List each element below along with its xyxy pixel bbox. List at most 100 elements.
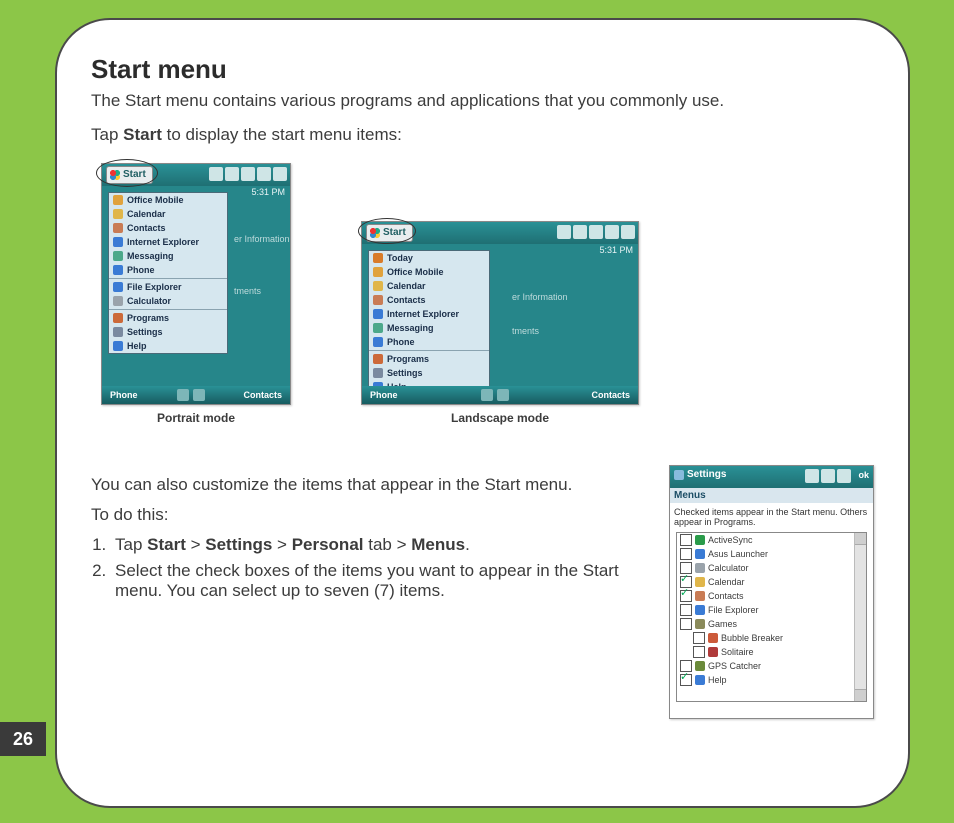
checklist-item[interactable]: Contacts	[677, 589, 866, 603]
start-menu-item[interactable]: Internet Explorer	[369, 307, 489, 321]
checklist-item[interactable]: GPS Catcher	[677, 659, 866, 673]
start-menu-item[interactable]: Messaging	[109, 249, 227, 263]
settings-title: Settings	[674, 469, 726, 480]
checklist-label: File Explorer	[708, 605, 759, 615]
step1-pre: Tap	[115, 535, 147, 554]
checklist-item[interactable]: File Explorer	[677, 603, 866, 617]
softkey-middle-icons	[177, 389, 205, 401]
start-menu-item[interactable]: Settings	[369, 366, 489, 380]
softkey-bar: Phone Contacts	[362, 386, 638, 404]
checkbox[interactable]	[680, 660, 692, 672]
start-menu-item[interactable]: Messaging	[369, 321, 489, 335]
checkbox[interactable]	[680, 534, 692, 546]
customize-section: You can also customize the items that ap…	[91, 465, 874, 719]
volume-icon	[837, 469, 851, 483]
start-menu-item[interactable]: Calculator	[109, 294, 227, 308]
status-icons	[805, 469, 851, 483]
menu-item-label: Programs	[127, 313, 169, 323]
signal-icon	[241, 167, 255, 181]
checklist-item[interactable]: Games	[677, 617, 866, 631]
start-menu-item[interactable]: Calendar	[369, 279, 489, 293]
step1-menus: Menus	[411, 535, 465, 554]
start-menu-panel[interactable]: TodayOffice Mobile Calendar Contacts Intern…	[368, 250, 490, 395]
start-menu-item[interactable]: File Explorer	[109, 280, 227, 294]
menu-item-icon	[113, 341, 123, 351]
checklist-item[interactable]: ActiveSync	[677, 533, 866, 547]
menus-section-header: Menus	[670, 488, 873, 503]
battery-icon	[273, 167, 287, 181]
start-menu-item[interactable]: Calendar	[109, 207, 227, 221]
menu-item-icon	[113, 223, 123, 233]
start-menu-item[interactable]: Programs	[369, 352, 489, 366]
checkbox[interactable]	[680, 618, 692, 630]
menu-item-icon	[113, 195, 123, 205]
menu-item-icon	[113, 237, 123, 247]
checklist-item[interactable]: Help	[677, 673, 866, 687]
menu-item-label: Contacts	[387, 295, 426, 305]
menu-item-label: Help	[127, 341, 147, 351]
start-menu-item[interactable]: Contacts	[109, 221, 227, 235]
portrait-topbar: Start	[102, 164, 290, 186]
checklist-label: Calculator	[708, 563, 749, 573]
landscape-topbar: Start	[362, 222, 638, 244]
start-button[interactable]: Start	[366, 224, 413, 242]
checklist-item[interactable]: Bubble Breaker	[677, 631, 866, 645]
start-button[interactable]: Start	[106, 166, 153, 184]
start-menu-item[interactable]: Internet Explorer	[109, 235, 227, 249]
start-menu-item[interactable]: Phone	[109, 263, 227, 277]
status-icon	[821, 469, 835, 483]
start-menu-item[interactable]: Office Mobile	[109, 193, 227, 207]
status-icons	[209, 167, 287, 181]
clock-label: 5:31 PM	[599, 245, 633, 255]
landscape-screenshot: Start 5:31 PM er Information tments Toda…	[361, 221, 639, 405]
steps-list: Tap Start > Settings > Personal tab > Me…	[111, 535, 649, 601]
menu-item-label: Calendar	[387, 281, 426, 291]
checkbox[interactable]	[680, 562, 692, 574]
menu-item-icon	[113, 296, 123, 306]
menus-checklist[interactable]: ActiveSyncAsus Launcher Calculator Calenda…	[676, 532, 867, 702]
windows-flag-icon	[110, 170, 120, 180]
owner-info-partial: er Information	[234, 234, 290, 244]
start-menu-item[interactable]: Settings	[109, 325, 227, 339]
softkey-right[interactable]: Contacts	[591, 390, 630, 400]
menu-item-icon	[373, 337, 383, 347]
ok-button[interactable]: ok	[858, 470, 869, 480]
checkbox[interactable]	[680, 576, 692, 588]
start-menu-item[interactable]: Help	[109, 339, 227, 353]
menu-item-label: Phone	[387, 337, 415, 347]
portrait-column: Start 5:31 PM er Information tments Offi…	[101, 163, 291, 425]
menu-item-icon	[373, 281, 383, 291]
checklist-label: Calendar	[708, 577, 745, 587]
start-menu-item[interactable]: Contacts	[369, 293, 489, 307]
caption-landscape: Landscape mode	[361, 411, 639, 425]
checkbox[interactable]	[680, 674, 692, 686]
softkey-bar: Phone Contacts	[102, 386, 290, 404]
checkbox[interactable]	[680, 604, 692, 616]
checklist-item[interactable]: Asus Launcher	[677, 547, 866, 561]
checkbox[interactable]	[680, 548, 692, 560]
checklist-item[interactable]: Calendar	[677, 575, 866, 589]
checklist-item[interactable]: Calculator	[677, 561, 866, 575]
checkbox[interactable]	[693, 632, 705, 644]
softkey-left[interactable]: Phone	[110, 390, 138, 400]
start-menu-item[interactable]: Programs	[109, 311, 227, 325]
start-menu-item[interactable]: Phone	[369, 335, 489, 349]
caption-portrait: Portrait mode	[101, 411, 291, 425]
intro-text: The Start menu contains various programs…	[91, 91, 874, 111]
landscape-column: Start 5:31 PM er Information tments Toda…	[361, 221, 639, 425]
softkey-right[interactable]: Contacts	[243, 390, 282, 400]
start-menu-item[interactable]: Today	[369, 251, 489, 265]
menu-item-label: Messaging	[387, 323, 434, 333]
softkey-left[interactable]: Phone	[370, 390, 398, 400]
checkbox[interactable]	[693, 646, 705, 658]
step1-tab: tab >	[364, 535, 412, 554]
checkbox[interactable]	[680, 590, 692, 602]
checklist-label: Contacts	[708, 591, 744, 601]
checklist-item[interactable]: Solitaire	[677, 645, 866, 659]
menu-separator	[109, 309, 227, 310]
start-menu-panel[interactable]: Office MobileCalendarContactsInternet Ex…	[108, 192, 228, 354]
step1-start: Start	[147, 535, 186, 554]
start-menu-item[interactable]: Office Mobile	[369, 265, 489, 279]
scrollbar[interactable]	[854, 533, 866, 701]
menu-separator	[369, 350, 489, 351]
